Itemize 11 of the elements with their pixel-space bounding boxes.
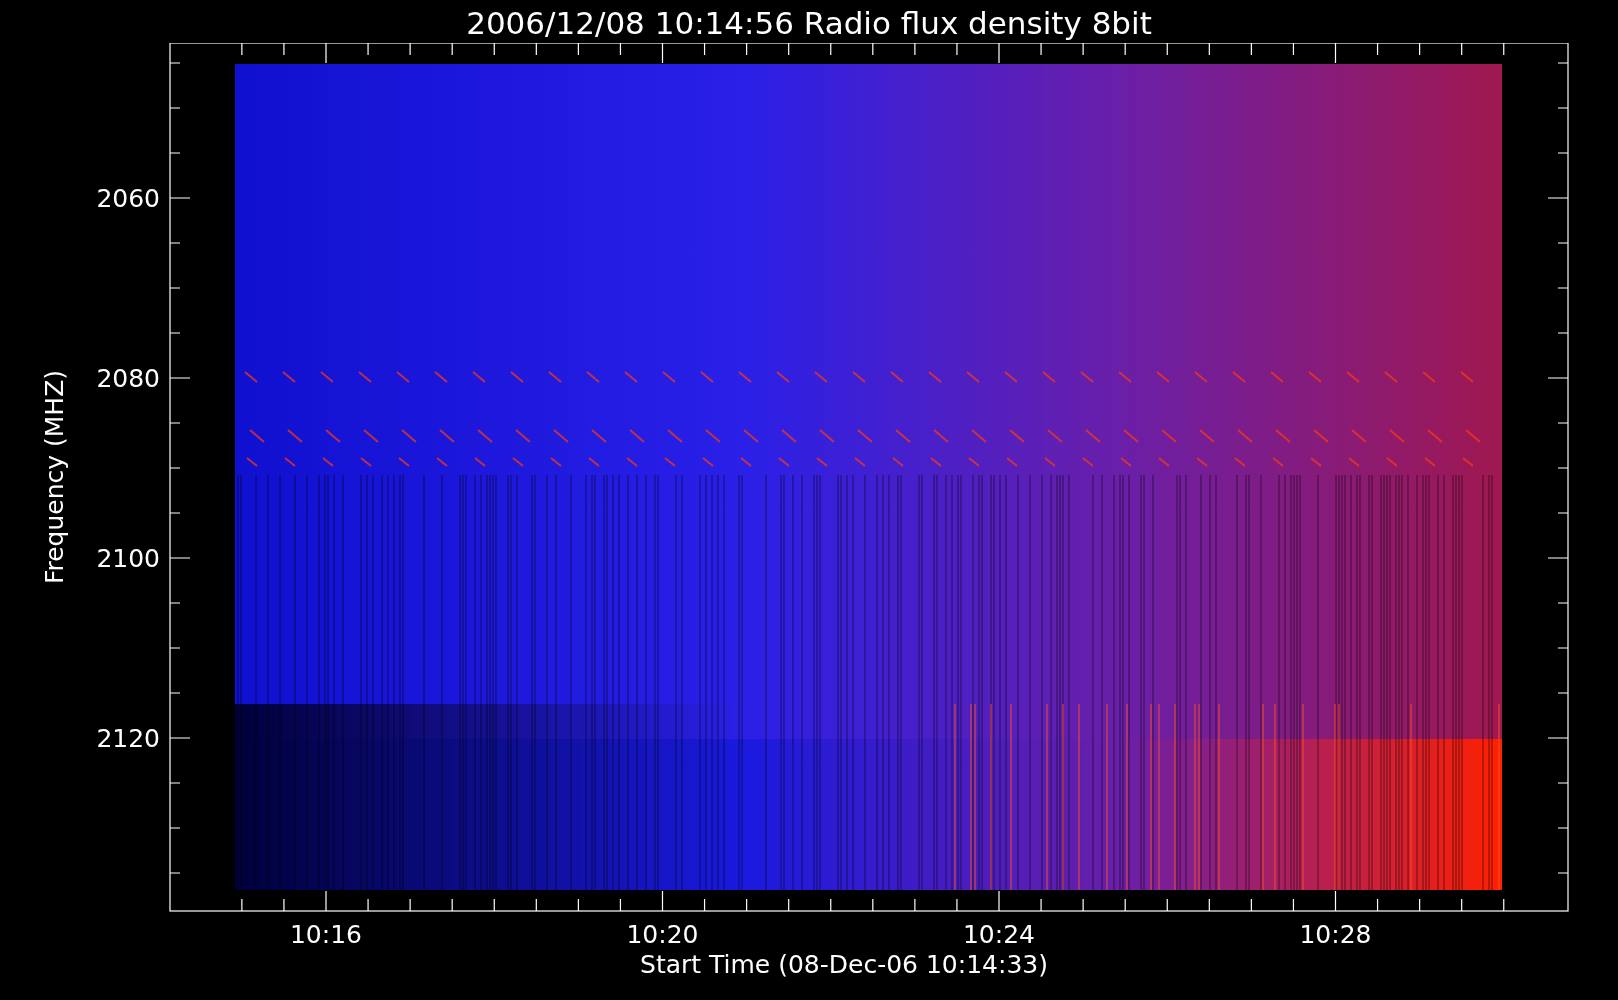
y-tick-label: 2080	[96, 364, 160, 393]
x-axis-title: Start Time (08-Dec-06 10:14:33)	[640, 950, 1048, 979]
chart-title: 2006/12/08 10:14:56 Radio flux density 8bit	[466, 4, 1152, 43]
x-tick-label: 10:16	[290, 920, 362, 949]
y-tick-label: 2060	[96, 184, 160, 213]
y-tick-label: 2100	[96, 544, 160, 573]
x-tick-label: 10:20	[626, 920, 699, 949]
x-tick-label: 10:28	[1299, 920, 1372, 949]
y-tick-label: 2120	[96, 724, 160, 753]
y-axis-title: Frequency (MHZ)	[40, 369, 69, 585]
x-tick-label: 10:24	[963, 920, 1035, 949]
